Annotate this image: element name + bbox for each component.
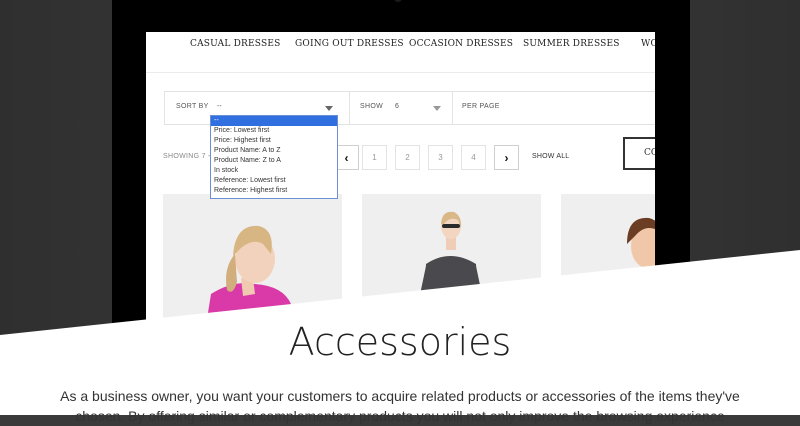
page-button-2[interactable]: 2 xyxy=(395,145,420,170)
toolbar-divider xyxy=(349,92,350,124)
next-page-button[interactable]: › xyxy=(494,145,519,170)
chevron-right-icon: › xyxy=(504,150,509,165)
sort-option[interactable]: Price: Highest first xyxy=(211,136,337,146)
nav-item-women[interactable]: WO xyxy=(641,39,655,49)
sort-option[interactable]: -- xyxy=(211,116,337,126)
product-image-3[interactable] xyxy=(561,194,655,279)
sort-option[interactable]: Product Name: Z to A xyxy=(211,156,337,166)
sort-option[interactable]: Reference: Highest first xyxy=(211,186,337,196)
nav-item-summer-dresses[interactable]: SUMMER DRESSES xyxy=(523,39,620,49)
showing-count: SHOWING 7 - xyxy=(163,153,211,160)
tablet-screen: CASUAL DRESSES GOING OUT DRESSES OCCASIO… xyxy=(146,32,655,332)
sort-option[interactable]: In stock xyxy=(211,166,337,176)
sort-option[interactable]: Reference: Lowest first xyxy=(211,176,337,186)
sort-option[interactable]: Price: Lowest first xyxy=(211,126,337,136)
per-page-label: PER PAGE xyxy=(462,103,500,110)
section-description: As a business owner, you want your custo… xyxy=(60,388,740,424)
nav-item-occasion-dresses[interactable]: OCCASION DRESSES xyxy=(409,39,513,49)
nav-item-casual-dresses[interactable]: CASUAL DRESSES xyxy=(190,39,280,49)
sort-dropdown-list[interactable]: -- Price: Lowest first Price: Highest fi… xyxy=(210,115,338,199)
page-button-4[interactable]: 4 xyxy=(461,145,486,170)
nav-item-going-out-dresses[interactable]: GOING OUT DRESSES xyxy=(295,39,404,49)
section-title: Accessories xyxy=(288,320,512,364)
category-nav: CASUAL DRESSES GOING OUT DRESSES OCCASIO… xyxy=(146,32,655,73)
show-select-value[interactable]: 6 xyxy=(395,103,399,110)
model-face-image xyxy=(561,194,655,279)
chevron-left-icon: ‹ xyxy=(344,150,349,165)
sort-chevron-down-icon[interactable] xyxy=(325,106,333,111)
show-all-link[interactable]: SHOW ALL xyxy=(532,153,569,160)
show-label: SHOW xyxy=(360,103,383,110)
model-pink-top-image xyxy=(163,194,342,332)
product-image-1[interactable] xyxy=(163,194,342,332)
model-grey-sweater-image xyxy=(362,194,541,330)
toolbar-divider xyxy=(452,92,453,124)
compare-button[interactable]: CO xyxy=(623,137,655,170)
product-image-2[interactable] xyxy=(362,194,541,330)
sort-select-value[interactable]: -- xyxy=(217,103,222,110)
sort-by-label: SORT BY xyxy=(176,103,209,110)
page-button-1[interactable]: 1 xyxy=(362,145,387,170)
sort-option[interactable]: Product Name: A to Z xyxy=(211,146,337,156)
page-button-3[interactable]: 3 xyxy=(428,145,453,170)
show-chevron-down-icon[interactable] xyxy=(433,106,441,111)
